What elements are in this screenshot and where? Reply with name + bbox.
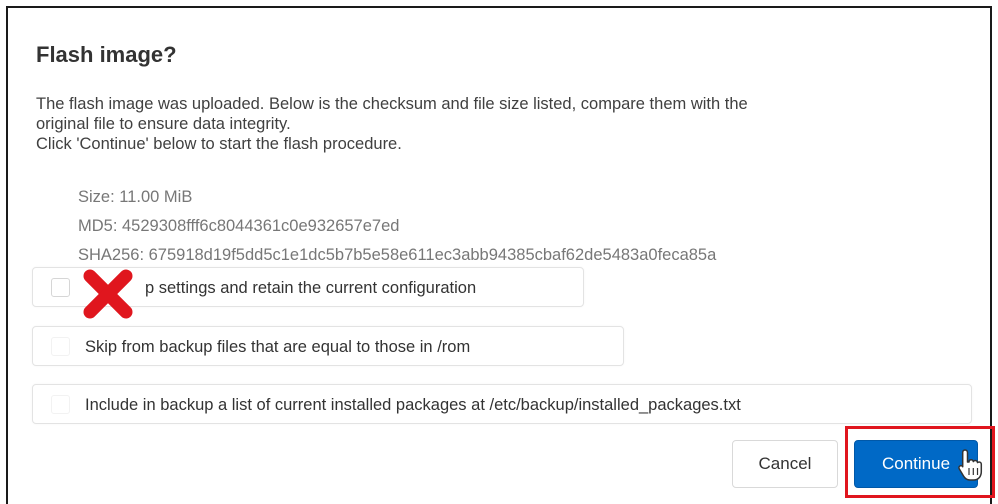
keep-settings-label: p settings and retain the current config… <box>145 279 477 297</box>
option-keep-settings[interactable]: p settings and retain the current config… <box>32 267 584 307</box>
skip-rom-files-checkbox[interactable] <box>51 337 70 356</box>
include-packages-label: Include in backup a list of current inst… <box>85 396 741 414</box>
file-size: Size: 11.00 MiB <box>78 188 193 206</box>
dialog-description: The flash image was uploaded. Below is t… <box>36 94 986 154</box>
md5-checksum: MD5: 4529308fff6c8044361c0e932657e7ed <box>78 217 400 235</box>
option-skip-rom-files[interactable]: Skip from backup files that are equal to… <box>32 326 624 366</box>
cancel-button[interactable]: Cancel <box>732 440 838 488</box>
include-packages-checkbox[interactable] <box>51 395 70 414</box>
skip-rom-files-label: Skip from backup files that are equal to… <box>85 338 471 356</box>
description-line-2: original file to ensure data integrity. <box>36 115 291 133</box>
dialog-title: Flash image? <box>36 42 177 67</box>
option-include-packages[interactable]: Include in backup a list of current inst… <box>32 384 972 424</box>
flash-image-dialog: Flash image? The flash image was uploade… <box>6 6 992 504</box>
description-line-3: Click 'Continue' below to start the flas… <box>36 135 402 153</box>
sha256-checksum: SHA256: 675918d19f5dd5c1e1dc5b7b5e58e611… <box>78 246 717 264</box>
file-info: Size: 11.00 MiB MD5: 4529308fff6c8044361… <box>78 183 716 270</box>
continue-button[interactable]: Continue <box>854 440 978 488</box>
description-line-1: The flash image was uploaded. Below is t… <box>36 95 748 113</box>
keep-settings-checkbox[interactable] <box>51 278 70 297</box>
